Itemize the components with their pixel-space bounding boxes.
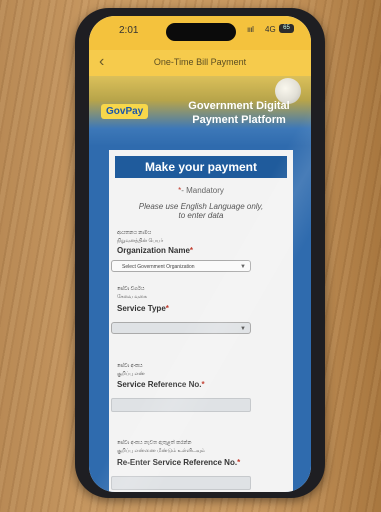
page-content: Make your payment *- Mandatory Please us… xyxy=(89,146,311,492)
organization-label-tamil: நிறுவனத்தின் பெயர் xyxy=(117,238,164,244)
chevron-down-icon: ▼ xyxy=(240,264,246,270)
service-type-label-tamil: சேவை வகை xyxy=(117,294,147,300)
dynamic-island xyxy=(166,23,236,41)
service-ref-label: Service Reference No.* xyxy=(117,380,205,389)
chevron-down-icon: ▼ xyxy=(240,326,246,332)
organization-select[interactable]: Select Government Organization ▼ xyxy=(111,260,251,272)
service-type-label: Service Type* xyxy=(117,304,169,313)
reenter-ref-label-sinhala: සේවා අංකය නැවත ඇතුළත් කරන්න xyxy=(117,440,192,446)
organization-label: Organization Name* xyxy=(117,246,193,255)
instruction-line2: to enter data xyxy=(178,211,224,220)
nav-title: One-Time Bill Payment xyxy=(153,57,247,67)
language-instruction: Please use English Language only, to ent… xyxy=(119,202,283,220)
signal-icon: ıııl xyxy=(247,25,254,34)
phone-screen: 2:01 ıııl 4G 65 ‹ One-Time Bill Payment … xyxy=(89,16,311,492)
status-bar: 2:01 ıııl 4G 65 xyxy=(89,16,311,50)
reenter-ref-label-text: Re-Enter Service Reference No. xyxy=(117,458,238,467)
instruction-line1: Please use English Language only, xyxy=(138,202,264,211)
banner-title-line1: Government Digital xyxy=(188,100,290,112)
mandatory-text: - Mandatory xyxy=(181,186,224,195)
reenter-ref-label: Re-Enter Service Reference No.* xyxy=(117,458,240,467)
required-star: * xyxy=(201,380,205,389)
form-heading: Make your payment xyxy=(115,156,287,178)
required-star: * xyxy=(189,246,194,255)
reenter-ref-label-tamil: குறிப்பு எண்ணை மீண்டும் உள்ளிடவும் xyxy=(117,448,205,454)
service-type-label-text: Service Type xyxy=(117,304,166,313)
battery-icon: 65 xyxy=(279,24,294,33)
banner-title-line2: Payment Platform xyxy=(192,114,286,126)
required-star: * xyxy=(237,458,241,467)
govpay-banner: GovPay Government Digital Payment Platfo… xyxy=(89,76,311,146)
service-ref-label-tamil: குறிப்பு எண் xyxy=(117,371,145,377)
govpay-logo: GovPay xyxy=(101,104,149,119)
network-type: 4G xyxy=(265,25,276,34)
banner-title: Government Digital Payment Platform xyxy=(174,99,304,127)
organization-label-sinhala: ආයතනය නාමය xyxy=(117,230,152,236)
payment-form-card: Make your payment *- Mandatory Please us… xyxy=(109,150,293,492)
service-ref-label-text: Service Reference No. xyxy=(117,380,202,389)
mandatory-note: *- Mandatory xyxy=(109,186,293,195)
organization-label-text: Organization Name xyxy=(117,246,190,255)
reenter-ref-input[interactable] xyxy=(111,476,251,490)
service-type-label-sinhala: සේවා වර්ගය xyxy=(117,286,145,292)
required-star: * xyxy=(165,304,169,313)
service-type-select[interactable]: ▼ xyxy=(111,322,251,334)
status-time: 2:01 xyxy=(119,25,139,36)
app-nav-bar: ‹ One-Time Bill Payment xyxy=(89,50,311,76)
service-ref-label-sinhala: සේවා අංකය xyxy=(117,363,143,369)
organization-select-value: Select Government Organization xyxy=(122,264,195,270)
service-ref-input[interactable] xyxy=(111,398,251,412)
